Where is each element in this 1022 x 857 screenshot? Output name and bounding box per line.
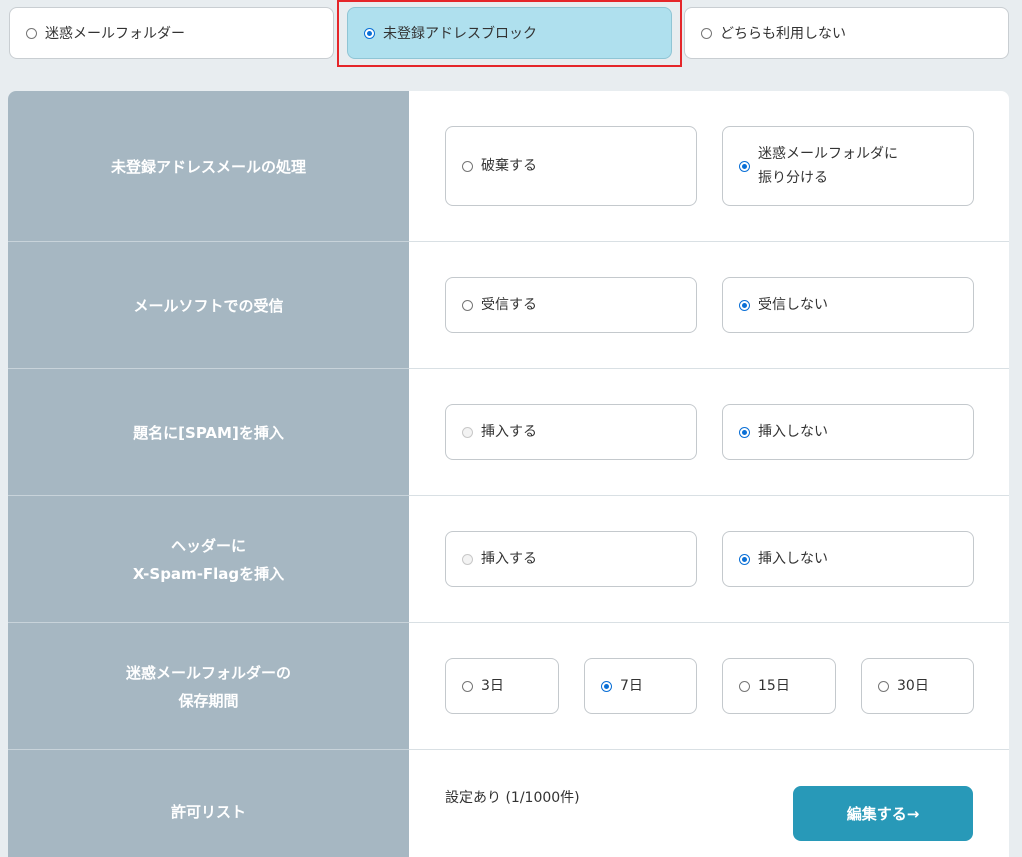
- mode-option-spam-folder[interactable]: 迷惑メールフォルダー: [9, 7, 334, 59]
- setting-row-allow-list: 許可リスト 設定あり (1/1000件) 編集する→: [8, 750, 1009, 857]
- radio-disabled-icon: [462, 426, 473, 438]
- setting-label-text: ヘッダーに X-Spam-Flagを挿入: [133, 532, 284, 588]
- radio-icon[interactable]: [462, 680, 473, 692]
- mode-option-label: 迷惑メールフォルダー: [45, 26, 185, 42]
- radio-icon[interactable]: [26, 27, 37, 39]
- option-discard[interactable]: 破棄する: [445, 126, 697, 206]
- radio-checked-icon[interactable]: [739, 553, 750, 565]
- setting-label-line2: 保存期間: [178, 691, 239, 710]
- setting-label: 許可リスト: [8, 750, 409, 857]
- setting-label-line1: 迷惑メールフォルダーの: [125, 663, 291, 682]
- radio-checked-icon[interactable]: [364, 27, 375, 39]
- setting-row-subject-spam: 題名に[SPAM]を挿入 挿入する 挿入しない: [8, 369, 1009, 496]
- setting-label-text: 迷惑メールフォルダーの 保存期間: [126, 659, 291, 715]
- option-not-receive[interactable]: 受信しない: [722, 277, 974, 333]
- radio-icon[interactable]: [701, 27, 712, 39]
- setting-label-line2: X-Spam-Flagを挿入: [132, 564, 285, 583]
- mode-option-address-block[interactable]: 未登録アドレスブロック: [347, 7, 672, 59]
- option-label: 3日: [481, 678, 504, 694]
- option-label: 7日: [620, 678, 643, 694]
- mode-option-label: どちらも利用しない: [720, 26, 846, 42]
- mode-option-none[interactable]: どちらも利用しない: [684, 7, 1009, 59]
- option-3-days[interactable]: 3日: [445, 658, 559, 714]
- option-label-line2: 振り分ける: [758, 170, 828, 186]
- setting-label-text: 未登録アドレスメールの処理: [110, 157, 306, 176]
- radio-icon[interactable]: [878, 680, 889, 692]
- radio-checked-icon[interactable]: [601, 680, 612, 692]
- setting-label: ヘッダーに X-Spam-Flagを挿入: [8, 496, 409, 623]
- option-label: 受信しない: [758, 297, 828, 313]
- option-label-line1: 迷惑メールフォルダに: [758, 146, 898, 162]
- option-label: 15日: [758, 678, 790, 694]
- radio-icon[interactable]: [462, 299, 473, 311]
- radio-checked-icon[interactable]: [739, 299, 750, 311]
- allow-list-status: 設定あり (1/1000件): [445, 790, 580, 806]
- radio-checked-icon[interactable]: [739, 426, 750, 438]
- option-insert-disabled: 挿入する: [445, 531, 697, 587]
- option-label: 破棄する: [481, 158, 537, 174]
- setting-label: メールソフトでの受信: [8, 242, 409, 369]
- option-label: 受信する: [481, 297, 537, 313]
- radio-disabled-icon: [462, 553, 473, 565]
- option-not-insert[interactable]: 挿入しない: [722, 404, 974, 460]
- option-label: 挿入しない: [758, 551, 828, 567]
- radio-icon[interactable]: [739, 680, 750, 692]
- radio-icon[interactable]: [462, 160, 473, 172]
- radio-checked-icon[interactable]: [739, 160, 750, 172]
- setting-label-text: 題名に[SPAM]を挿入: [133, 423, 284, 442]
- option-label: 挿入する: [481, 551, 537, 567]
- setting-label: 題名に[SPAM]を挿入: [8, 369, 409, 496]
- mode-option-label: 未登録アドレスブロック: [383, 26, 537, 42]
- option-not-insert[interactable]: 挿入しない: [722, 531, 974, 587]
- option-30-days[interactable]: 30日: [861, 658, 974, 714]
- setting-label: 未登録アドレスメールの処理: [8, 91, 409, 242]
- setting-row-retention-period: 迷惑メールフォルダーの 保存期間 3日 7日 15日 30日: [8, 623, 1009, 750]
- setting-label: 迷惑メールフォルダーの 保存期間: [8, 623, 409, 750]
- edit-allow-list-button[interactable]: 編集する→: [793, 786, 973, 841]
- option-label: 30日: [897, 678, 929, 694]
- option-receive[interactable]: 受信する: [445, 277, 697, 333]
- option-label: 挿入しない: [758, 424, 828, 440]
- setting-label-text: 許可リスト: [170, 802, 246, 821]
- option-label: 挿入する: [481, 424, 537, 440]
- option-insert-disabled: 挿入する: [445, 404, 697, 460]
- option-15-days[interactable]: 15日: [722, 658, 836, 714]
- settings-panel: 未登録アドレスメールの処理 破棄する 迷惑メールフォルダに 振り分ける メールソ…: [8, 91, 1009, 857]
- option-move-to-spam-folder[interactable]: 迷惑メールフォルダに 振り分ける: [722, 126, 974, 206]
- setting-row-mail-software-receive: メールソフトでの受信 受信する 受信しない: [8, 242, 1009, 369]
- option-7-days[interactable]: 7日: [584, 658, 697, 714]
- setting-label-line1: ヘッダーに: [170, 536, 246, 555]
- setting-row-unregistered-handling: 未登録アドレスメールの処理 破棄する 迷惑メールフォルダに 振り分ける: [8, 91, 1009, 242]
- setting-row-header-spam-flag: ヘッダーに X-Spam-Flagを挿入 挿入する 挿入しない: [8, 496, 1009, 623]
- setting-label-text: メールソフトでの受信: [133, 296, 284, 315]
- option-label: 迷惑メールフォルダに 振り分ける: [758, 142, 898, 190]
